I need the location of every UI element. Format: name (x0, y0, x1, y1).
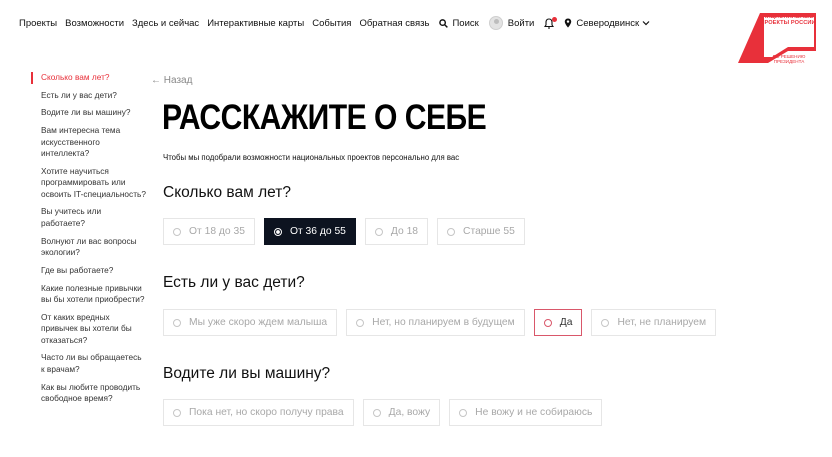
radio-icon (173, 408, 181, 417)
sidebar-item-bad-habits[interactable]: От каких вредных привычек вы хотели бы о… (31, 312, 146, 347)
option-planning-future[interactable]: Нет, но планируем в будущем (346, 309, 525, 336)
city-label: Северодвинск (576, 17, 640, 29)
nav-projects[interactable]: Проекты (19, 18, 57, 29)
option-label: До 18 (390, 226, 419, 237)
option-label: От 18 до 35 (189, 226, 245, 237)
questions-sidebar: Сколько вам лет? Есть ли у вас дети? Вод… (31, 72, 146, 411)
search-icon (439, 18, 449, 28)
city-selector[interactable]: Северодвинск (564, 18, 650, 29)
sidebar-item-workplace[interactable]: Где вы работаете? (31, 265, 146, 277)
option-over-55[interactable]: Старше 55 (437, 218, 525, 245)
login-label: Войти (507, 17, 535, 29)
option-label: От 36 до 55 (289, 226, 346, 237)
option-label: Да, вожу (388, 407, 431, 418)
question-children: Есть ли у вас дети? (163, 274, 305, 291)
sidebar-item-ecology[interactable]: Волнуют ли вас вопросы экологии? (31, 236, 146, 259)
option-label: Не вожу и не собираюсь (475, 407, 593, 418)
login-button[interactable]: Войти (488, 16, 535, 30)
radio-icon (173, 318, 181, 327)
nav-interactive-maps[interactable]: Интерактивные карты (207, 18, 304, 29)
logo-subtitle: ПО РЕШЕНИЮ ПРЕЗИДЕНТА (772, 54, 806, 65)
option-label: Нет, но планируем в будущем (372, 317, 515, 328)
sidebar-item-study-work[interactable]: Вы учитесь или работаете? (31, 206, 146, 229)
national-projects-logo[interactable]: НАЦИОНАЛЬНЫЕ ПРОЕКТЫ РОССИИ ПО РЕШЕНИЮ П… (738, 13, 816, 65)
notifications-button[interactable] (544, 16, 558, 29)
location-pin-icon (565, 18, 572, 28)
sidebar-item-ai[interactable]: Вам интересна тема искусственного интелл… (31, 125, 146, 160)
main-nav: Проекты Возможности Здесь и сейчас Интер… (19, 16, 660, 30)
search-button[interactable]: Поиск (439, 17, 479, 29)
header-utilities: Поиск Войти Северодвинск (439, 16, 660, 30)
option-yes-drive[interactable]: Да, вожу (362, 399, 441, 426)
nav-here-and-now[interactable]: Здесь и сейчас (132, 18, 199, 29)
options-children: Мы уже скоро ждем малыша Нет, но планиру… (163, 309, 725, 336)
radio-icon (601, 318, 610, 327)
sidebar-item-free-time[interactable]: Как вы любите проводить свободное время? (31, 382, 146, 405)
nav-opportunities[interactable]: Возможности (65, 18, 124, 29)
options-car: Пока нет, но скоро получу права Да, вожу… (163, 399, 611, 426)
option-label: Мы уже скоро ждем малыша (189, 317, 328, 328)
radio-icon (173, 227, 181, 236)
notification-dot (552, 16, 558, 22)
radio-icon (374, 227, 383, 236)
radio-icon (543, 318, 552, 327)
option-label: Старше 55 (463, 226, 515, 237)
sidebar-item-doctors[interactable]: Часто ли вы обращаетесь к врачам? (31, 352, 146, 375)
option-label: Пока нет, но скоро получу права (189, 407, 344, 418)
back-link[interactable]: ← Назад (151, 75, 192, 86)
option-under-18[interactable]: До 18 (364, 218, 429, 245)
sidebar-item-car[interactable]: Водите ли вы машину? (31, 107, 146, 119)
sidebar-item-children[interactable]: Есть ли у вас дети? (31, 90, 146, 102)
radio-checked-icon (273, 227, 282, 236)
radio-icon (356, 318, 365, 327)
option-expecting-baby[interactable]: Мы уже скоро ждем малыша (163, 309, 338, 336)
logo-title: НАЦИОНАЛЬНЫЕ ПРОЕКТЫ РОССИИ (760, 14, 816, 27)
chevron-down-icon (642, 21, 650, 26)
option-18-35[interactable]: От 18 до 35 (163, 218, 255, 245)
site-header: Проекты Возможности Здесь и сейчас Интер… (0, 0, 832, 64)
option-no-drive[interactable]: Не вожу и не собираюсь (449, 399, 603, 426)
radio-icon (459, 408, 468, 417)
sidebar-item-good-habits[interactable]: Какие полезные привычки вы бы хотели при… (31, 283, 146, 306)
options-age: От 18 до 35 От 36 до 55 До 18 Старше 55 (163, 218, 534, 245)
page-title: РАССКАЖИТЕ О СЕБЕ (162, 98, 487, 137)
radio-icon (447, 227, 456, 236)
sidebar-item-programming[interactable]: Хотите научиться программировать или осв… (31, 166, 146, 201)
radio-icon (372, 408, 381, 417)
nav-feedback[interactable]: Обратная связь (359, 18, 429, 29)
page-subtitle: Чтобы мы подобрали возможности националь… (163, 153, 460, 162)
option-yes[interactable]: Да (533, 309, 583, 336)
option-not-planning[interactable]: Нет, не планируем (591, 309, 717, 336)
option-getting-license[interactable]: Пока нет, но скоро получу права (163, 399, 354, 426)
search-label: Поиск (452, 17, 479, 29)
question-age: Сколько вам лет? (163, 184, 291, 201)
option-label: Нет, не планируем (617, 317, 707, 328)
sidebar-item-age[interactable]: Сколько вам лет? (31, 72, 146, 84)
nav-events[interactable]: События (312, 18, 351, 29)
option-label: Да (559, 317, 573, 328)
avatar (488, 16, 503, 30)
question-car: Водите ли вы машину? (163, 365, 331, 382)
option-36-55[interactable]: От 36 до 55 (263, 218, 356, 245)
